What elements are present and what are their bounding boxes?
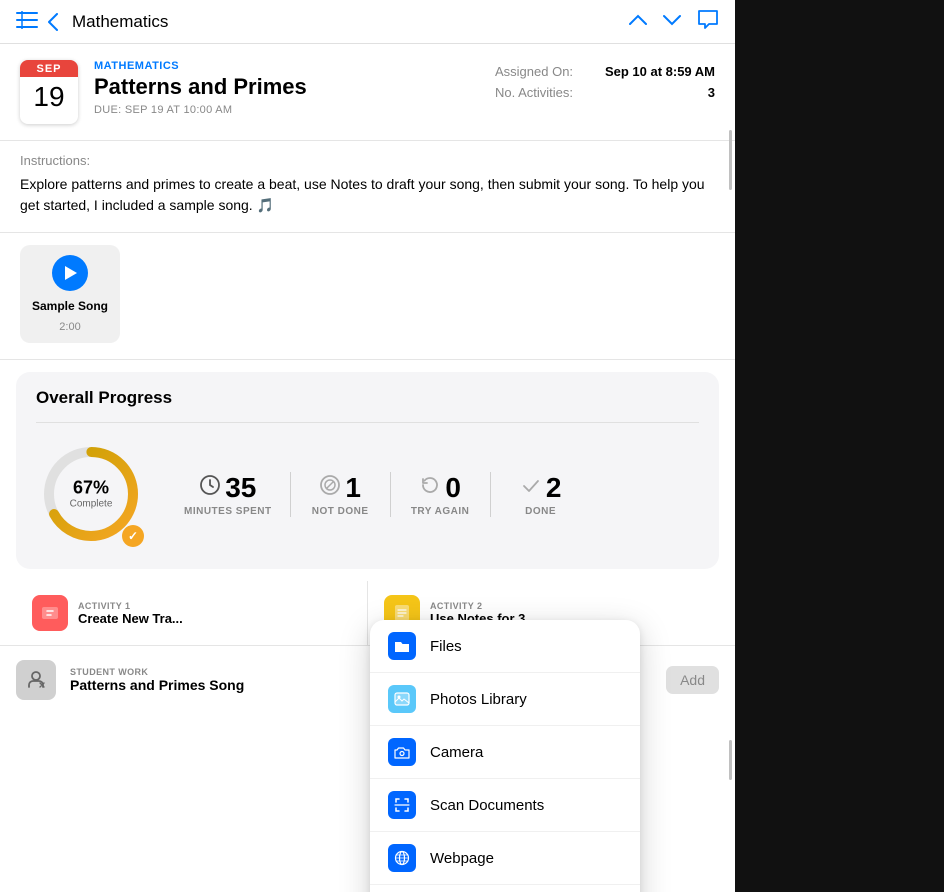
nav-right-actions [629,9,719,34]
stat-done: 2 DONE [491,472,591,517]
calendar-day: 19 [20,77,78,117]
camera-icon [388,738,416,766]
files-label: Files [430,638,462,655]
progress-title: Overall Progress [36,388,699,408]
scan-label: Scan Documents [430,797,544,814]
student-work-thumb [16,660,56,700]
calendar-badge: SEP 19 [20,60,78,124]
activity-1-number: ACTIVITY 1 [78,601,183,611]
song-duration: 2:00 [59,321,80,333]
dropdown-menu: Files Photos Library Camera [370,620,640,892]
done-label: DONE [525,506,556,517]
assigned-on-row: Assigned On: Sep 10 at 8:59 AM [495,64,715,79]
assigned-on-value: Sep 10 at 8:59 AM [605,64,715,79]
dropdown-photos[interactable]: Photos Library [370,673,640,726]
dropdown-files[interactable]: Files [370,620,640,673]
webpage-label: Webpage [430,850,494,867]
dropdown-scan[interactable]: Scan Documents [370,779,640,832]
progress-divider [36,422,699,423]
activities-label: No. Activities: [495,85,573,100]
sidebar-toggle-icon[interactable] [16,11,38,33]
student-work-label: STUDENT WORK [70,667,244,677]
try-again-label: TRY AGAIN [411,506,470,517]
play-icon [65,266,77,280]
instructions-label: Instructions: [20,153,715,168]
assignment-title: Patterns and Primes [94,74,479,100]
top-nav-bar: Mathematics [0,0,735,44]
donut-complete-label: Complete [70,498,113,509]
stat-minutes: 35 MINUTES SPENT [166,472,291,517]
assignment-info: MATHEMATICS Patterns and Primes DUE: SEP… [94,60,479,124]
play-button[interactable] [52,255,88,291]
progress-stats: 67% Complete ✓ 35 MINUTES SPENT [36,439,699,549]
try-again-value: 0 [445,472,461,504]
comment-icon[interactable] [697,9,719,34]
back-button[interactable] [48,12,62,32]
chevron-down-icon[interactable] [663,13,681,31]
student-work-name: Patterns and Primes Song [70,677,244,693]
minutes-value: 35 [225,472,256,504]
assignment-subject: MATHEMATICS [94,60,479,72]
minutes-label: MINUTES SPENT [184,506,272,517]
scroll-indicator-bottom [729,740,732,780]
dropdown-camera[interactable]: Camera [370,726,640,779]
attachments-section: Sample Song 2:00 [0,233,735,360]
not-done-icon [319,474,341,502]
photos-icon [388,685,416,713]
instructions-section: Instructions: Explore patterns and prime… [0,141,735,233]
try-again-icon [419,474,441,502]
scroll-indicator-top [729,130,732,190]
done-value: 2 [546,472,562,504]
not-done-value: 1 [345,472,361,504]
donut-check-icon: ✓ [122,525,144,547]
activity-1-name: Create New Tra... [78,611,183,626]
dropdown-webpage[interactable]: Webpage [370,832,640,885]
stat-try-again: 0 TRY AGAIN [391,472,491,517]
assignment-meta: Assigned On: Sep 10 at 8:59 AM No. Activ… [495,60,715,124]
scan-icon [388,791,416,819]
activity-1-thumb [32,595,68,631]
dropdown-bookmarks[interactable]: Bookmarks [370,885,640,892]
activities-row-meta: No. Activities: 3 [495,85,715,100]
assignment-due: DUE: SEP 19 AT 10:00 AM [94,104,479,116]
clock-icon [199,474,221,502]
calendar-month: SEP [20,60,78,77]
activity-2-number: ACTIVITY 2 [430,601,536,611]
donut-chart: 67% Complete ✓ [36,439,146,549]
song-title: Sample Song [32,299,108,313]
nav-title: Mathematics [72,12,619,32]
donut-percent: 67% [70,479,113,499]
photos-label: Photos Library [430,691,527,708]
song-card[interactable]: Sample Song 2:00 [20,245,120,343]
chevron-up-icon[interactable] [629,13,647,31]
activity-1-card[interactable]: ACTIVITY 1 Create New Tra... [16,581,368,645]
not-done-label: NOT DONE [312,506,369,517]
right-panel [735,0,944,892]
add-button[interactable]: Add [666,666,719,694]
camera-label: Camera [430,744,483,761]
activities-count: 3 [708,85,715,100]
webpage-icon [388,844,416,872]
donut-center: 67% Complete [70,479,113,510]
assignment-header: SEP 19 MATHEMATICS Patterns and Primes D… [0,44,735,141]
assigned-on-label: Assigned On: [495,64,573,79]
stat-not-done: 1 NOT DONE [291,472,391,517]
instructions-text: Explore patterns and primes to create a … [20,174,715,216]
progress-section: Overall Progress [16,372,719,569]
files-icon [388,632,416,660]
done-icon [520,474,542,502]
